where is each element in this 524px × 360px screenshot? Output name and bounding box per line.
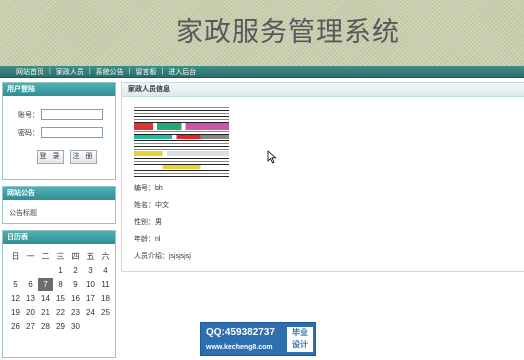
nav-separator: | [161,68,164,75]
calendar-weekday: 一 [26,252,35,261]
username-label: 账号： [18,111,39,119]
calendar-day[interactable]: 24 [83,306,98,319]
calendar-day[interactable]: 23 [68,306,83,319]
calendar-day[interactable]: 1 [53,264,68,277]
site-title: 家政服务管理系统 [176,17,400,48]
calendar-day[interactable]: 4 [98,264,113,277]
staff-name: 姓名：中文 [134,202,169,209]
nav-separator: | [88,68,91,75]
username-input[interactable] [41,109,103,120]
nav-guestbook[interactable]: 留言板 [135,67,156,77]
nav-admin[interactable]: 进入后台 [168,67,196,77]
calendar-empty-cell [8,264,23,277]
calendar-day[interactable]: 26 [8,320,23,333]
photo-band [134,135,229,139]
nav-separator: | [49,68,51,75]
watermark-badge: 毕业 设计 [286,326,314,353]
calendar-weekday: 五 [86,252,95,261]
staff-photo [134,103,229,177]
watermark-url: www.kecheng8.com [206,344,273,351]
calendar-day[interactable]: 17 [83,292,98,305]
calendar-day[interactable]: 30 [68,320,83,333]
photo-band [134,123,229,130]
calendar-weekday: 二 [41,252,50,261]
main-nav: 网站首页 | 家政人员 | 系统公告 | 留言板 | 进入后台 [0,66,524,78]
calendar-day[interactable]: 5 [8,278,23,291]
calendar-day[interactable]: 11 [98,278,113,291]
watermark-qq: QQ:459382737 [206,327,275,338]
calendar-day[interactable]: 16 [68,292,83,305]
calendar-day[interactable]: 25 [98,306,113,319]
calendar-day[interactable]: 13 [23,292,38,305]
watermark-badge-line1: 毕业 [292,328,308,337]
register-button[interactable]: 注 册 [70,150,97,164]
calendar-day[interactable]: 7 [38,278,53,291]
calendar-day[interactable]: 6 [23,278,38,291]
calendar-day[interactable]: 14 [38,292,53,305]
calendar-day[interactable]: 27 [23,320,38,333]
calendar-day[interactable]: 15 [53,292,68,305]
calendar-day[interactable]: 21 [38,306,53,319]
calendar-day[interactable]: 20 [23,306,38,319]
calendar-empty-cell [23,264,38,277]
photo-band [134,165,229,169]
staff-info-title: 家政人员信息 [122,83,524,97]
calendar-day[interactable]: 29 [53,320,68,333]
mouse-cursor-icon [267,150,277,164]
username-row: 账号： [11,109,103,120]
staff-id: 编号：bh [134,185,163,192]
site-banner: 家政服务管理系统 [0,0,524,66]
calendar-empty-cell [83,320,98,333]
calendar-day[interactable]: 9 [68,278,83,291]
calendar-panel: 日历表 日一二三四五六 1 2 3 4 5 6 7 8 9 10 11 12 13 14 15 16 17 18 19… [2,230,116,358]
watermark-badge-line2: 设计 [292,340,308,349]
staff-intro: 人员介绍：jsjsjsjsj [134,253,191,260]
calendar-day[interactable]: 19 [8,306,23,319]
notice-panel: 网站公告 公告标题 [2,186,116,224]
calendar-day[interactable]: 2 [68,264,83,277]
nav-home[interactable]: 网站首页 [16,67,44,77]
notice-link[interactable]: 公告标题 [3,200,115,218]
password-row: 密码： [11,127,103,138]
nav-staff[interactable]: 家政人员 [56,67,84,77]
calendar-day[interactable]: 8 [53,278,68,291]
calendar-panel-title: 日历表 [3,231,115,244]
login-panel-title: 用户登陆 [3,83,115,96]
staff-info-panel: 家政人员信息 编号：bh 姓名：中文 性别：男 年龄：nl 人员介绍：jsjsj… [121,82,524,272]
login-panel: 用户登陆 账号： 密码： 登 录 注 册 [2,82,116,180]
calendar-grid: 日一二三四五六 1 2 3 4 5 6 7 8 9 10 11 12 13 14 15 16 17 18 19 20 21… [8,250,115,333]
calendar-day[interactable]: 12 [8,292,23,305]
nav-announcements[interactable]: 系统公告 [96,67,124,77]
calendar-day[interactable]: 22 [53,306,68,319]
login-button[interactable]: 登 录 [37,150,64,164]
calendar-empty-cell [98,320,113,333]
calendar-day[interactable]: 28 [38,320,53,333]
password-input[interactable] [41,127,103,138]
calendar-day[interactable]: 3 [83,264,98,277]
nav-separator: | [128,68,131,75]
calendar-weekday: 六 [101,252,110,261]
password-label: 密码： [18,129,39,137]
notice-panel-title: 网站公告 [3,187,115,200]
photo-band [134,151,229,156]
staff-gender: 性别：男 [134,219,162,226]
calendar-empty-cell [38,264,53,277]
calendar-day[interactable]: 18 [98,292,113,305]
calendar-weekday: 四 [71,252,80,261]
staff-age: 年龄：nl [134,236,161,243]
calendar-weekday: 日 [11,252,20,261]
calendar-weekday: 三 [56,252,65,261]
calendar-day[interactable]: 10 [83,278,98,291]
